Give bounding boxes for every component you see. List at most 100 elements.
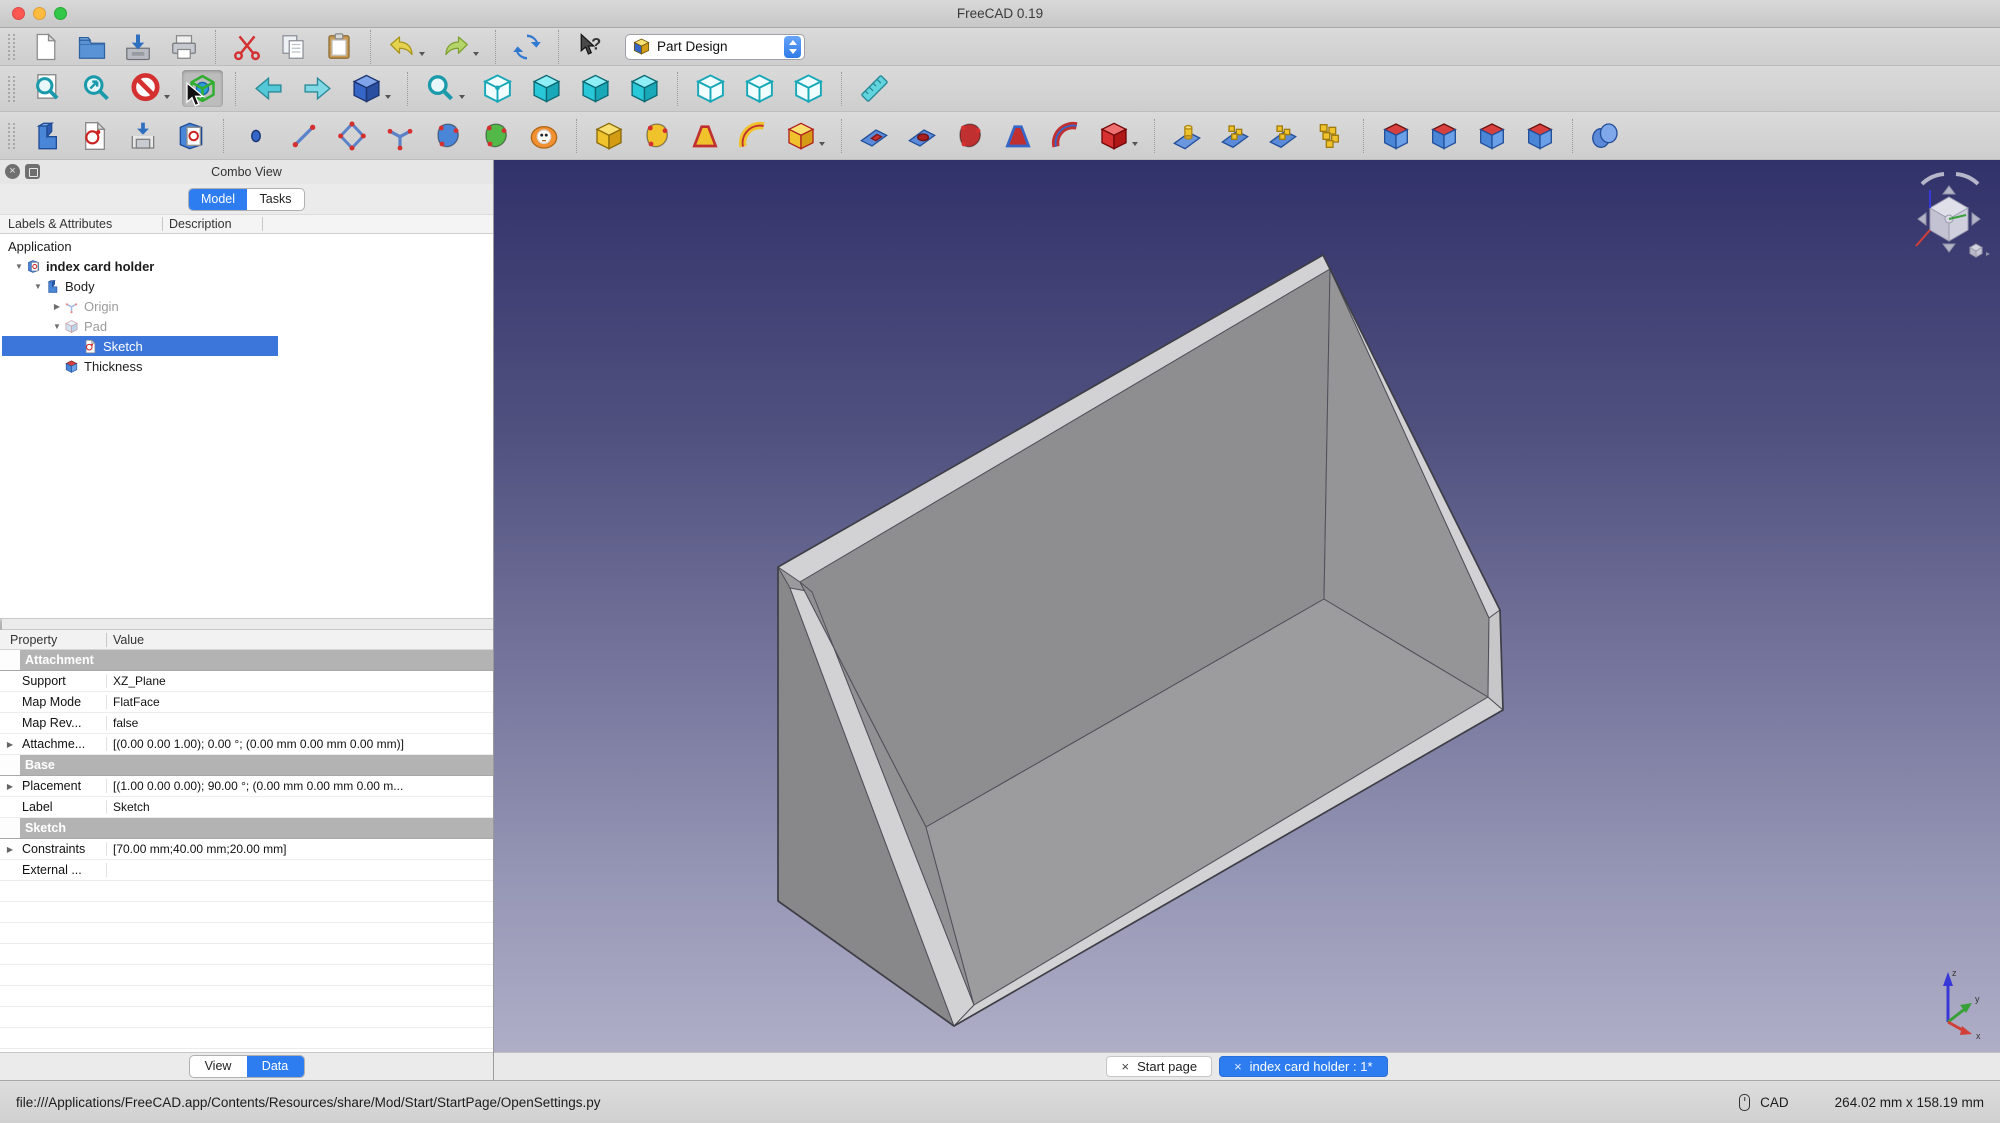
subtractive-primitive-button[interactable] xyxy=(1094,118,1142,154)
column-property[interactable]: Property xyxy=(0,633,107,647)
mirrored-button[interactable] xyxy=(1167,118,1207,154)
create-datum-point-button[interactable] xyxy=(236,118,276,154)
chamfer-button[interactable] xyxy=(1424,118,1464,154)
property-row-map-mode[interactable]: Map ModeFlatFace xyxy=(0,692,493,713)
draw-style-button[interactable] xyxy=(125,70,174,107)
navigate-back-button[interactable] xyxy=(248,70,289,107)
linear-pattern-button[interactable] xyxy=(1215,118,1255,154)
title-bar[interactable]: FreeCAD 0.19 xyxy=(0,0,2000,28)
nav-arrow-right-icon[interactable] xyxy=(1972,213,1980,225)
property-row-constraints[interactable]: ▶Constraints[70.00 mm;40.00 mm;20.00 mm] xyxy=(0,839,493,860)
subtractive-loft-button[interactable] xyxy=(998,118,1038,154)
close-tab-icon[interactable]: × xyxy=(1121,1059,1129,1074)
create-subshape-binder-button[interactable] xyxy=(428,118,468,154)
save-document-button[interactable] xyxy=(119,30,157,64)
pocket-button[interactable] xyxy=(854,118,894,154)
nav-arrow-left-icon[interactable] xyxy=(1918,213,1926,225)
dropdown-chevron-icon[interactable] xyxy=(419,52,425,56)
dropdown-chevron-icon[interactable] xyxy=(819,142,825,146)
validate-sketch-button[interactable] xyxy=(171,118,211,154)
rotate-right-icon[interactable] xyxy=(1956,174,1978,184)
view-top-button[interactable] xyxy=(575,70,616,107)
property-value[interactable]: XZ_Plane xyxy=(107,674,493,688)
close-tab-icon[interactable]: × xyxy=(1234,1059,1242,1074)
column-description[interactable]: Description xyxy=(163,217,263,231)
nav-arrow-down-icon[interactable] xyxy=(1943,244,1955,252)
document-tab-index-card-holder-1-[interactable]: ×index card holder : 1* xyxy=(1219,1056,1387,1077)
toolbar-grip[interactable] xyxy=(8,123,15,149)
dropdown-chevron-icon[interactable] xyxy=(459,95,465,99)
tree-item-sketch[interactable]: Sketch xyxy=(0,336,493,356)
property-row-support[interactable]: SupportXZ_Plane xyxy=(0,671,493,692)
dropdown-chevron-icon[interactable] xyxy=(164,95,170,99)
tree-item-application[interactable]: Application xyxy=(0,236,493,256)
create-local-coordinate-system-button[interactable] xyxy=(380,118,420,154)
tree-item-origin[interactable]: ▶Origin xyxy=(0,296,493,316)
thickness-button[interactable] xyxy=(1520,118,1560,154)
expand-property-icon[interactable]: ▶ xyxy=(0,782,20,791)
collapse-arrow-icon[interactable]: ▼ xyxy=(12,262,26,271)
pad-button[interactable] xyxy=(589,118,629,154)
collapse-arrow-icon[interactable]: ▼ xyxy=(50,322,64,331)
create-sketch-button[interactable] xyxy=(75,118,115,154)
subtractive-pipe-button[interactable] xyxy=(1046,118,1086,154)
property-value[interactable]: false xyxy=(107,716,493,730)
hole-button[interactable] xyxy=(902,118,942,154)
fillet-button[interactable] xyxy=(1376,118,1416,154)
whats-this-button[interactable] xyxy=(571,30,609,64)
workbench-selector[interactable]: Part Design xyxy=(625,34,805,60)
column-value[interactable]: Value xyxy=(107,633,144,647)
tab-view[interactable]: View xyxy=(190,1056,247,1077)
toolbar-grip[interactable] xyxy=(8,76,15,102)
property-row-placement[interactable]: ▶Placement[(1.00 0.00 0.00); 90.00 °; (0… xyxy=(0,776,493,797)
tree-item-pad[interactable]: ▼Pad xyxy=(0,316,493,336)
navigate-forward-button[interactable] xyxy=(297,70,338,107)
refresh-document-button[interactable] xyxy=(508,30,546,64)
tree-item-body[interactable]: ▼Body xyxy=(0,276,493,296)
multitransform-button[interactable] xyxy=(1311,118,1351,154)
view-front-button[interactable] xyxy=(526,70,567,107)
print-document-button[interactable] xyxy=(165,30,203,64)
nav-arrow-up-icon[interactable] xyxy=(1943,186,1955,194)
redo-button[interactable] xyxy=(437,30,483,64)
create-shape-binder-button[interactable] xyxy=(476,118,516,154)
toolbar-grip[interactable] xyxy=(8,34,15,60)
create-body-button[interactable] xyxy=(27,118,67,154)
additive-primitive-button[interactable] xyxy=(781,118,829,154)
polar-pattern-button[interactable] xyxy=(1263,118,1303,154)
paste-button[interactable] xyxy=(320,30,358,64)
expand-property-icon[interactable]: ▶ xyxy=(0,740,20,749)
float-panel-button[interactable] xyxy=(25,164,40,179)
document-tab-start-page[interactable]: ×Start page xyxy=(1106,1056,1212,1077)
revolution-button[interactable] xyxy=(637,118,677,154)
property-row-map-rev-[interactable]: Map Rev...false xyxy=(0,713,493,734)
panel-splitter[interactable] xyxy=(0,618,493,630)
view-rear-button[interactable] xyxy=(690,70,731,107)
new-document-button[interactable] xyxy=(27,30,65,64)
fit-selection-button[interactable] xyxy=(76,70,117,107)
map-sketch-to-face-button[interactable] xyxy=(123,118,163,154)
create-clone-button[interactable] xyxy=(524,118,564,154)
3d-viewport[interactable]: z y x xyxy=(494,160,2000,1052)
workbench-stepper-icon[interactable] xyxy=(784,36,801,58)
column-labels-attributes[interactable]: Labels & Attributes xyxy=(0,217,163,231)
create-datum-plane-button[interactable] xyxy=(332,118,372,154)
property-row-attachme-[interactable]: ▶Attachme...[(0.00 0.00 1.00); 0.00 °; (… xyxy=(0,734,493,755)
view-right-button[interactable] xyxy=(624,70,665,107)
mouse-navigation-icon[interactable] xyxy=(1739,1094,1750,1111)
dropdown-chevron-icon[interactable] xyxy=(1132,142,1138,146)
tree-item-index-card-holder[interactable]: ▼index card holder xyxy=(0,256,493,276)
model-solid[interactable] xyxy=(778,255,1503,1026)
property-row-label[interactable]: LabelSketch xyxy=(0,797,493,818)
additive-loft-button[interactable] xyxy=(685,118,725,154)
property-value[interactable]: FlatFace xyxy=(107,695,493,709)
tree-item-thickness[interactable]: Thickness xyxy=(0,356,493,376)
navigation-style[interactable]: CAD xyxy=(1760,1095,1789,1110)
expand-arrow-icon[interactable]: ▶ xyxy=(50,302,64,311)
navigation-cube[interactable] xyxy=(1910,166,1990,262)
close-panel-button[interactable]: × xyxy=(5,164,20,179)
draft-button[interactable] xyxy=(1472,118,1512,154)
tab-data[interactable]: Data xyxy=(247,1056,304,1077)
property-value[interactable]: [(1.00 0.00 0.00); 90.00 °; (0.00 mm 0.0… xyxy=(107,779,493,793)
dropdown-chevron-icon[interactable] xyxy=(385,95,391,99)
